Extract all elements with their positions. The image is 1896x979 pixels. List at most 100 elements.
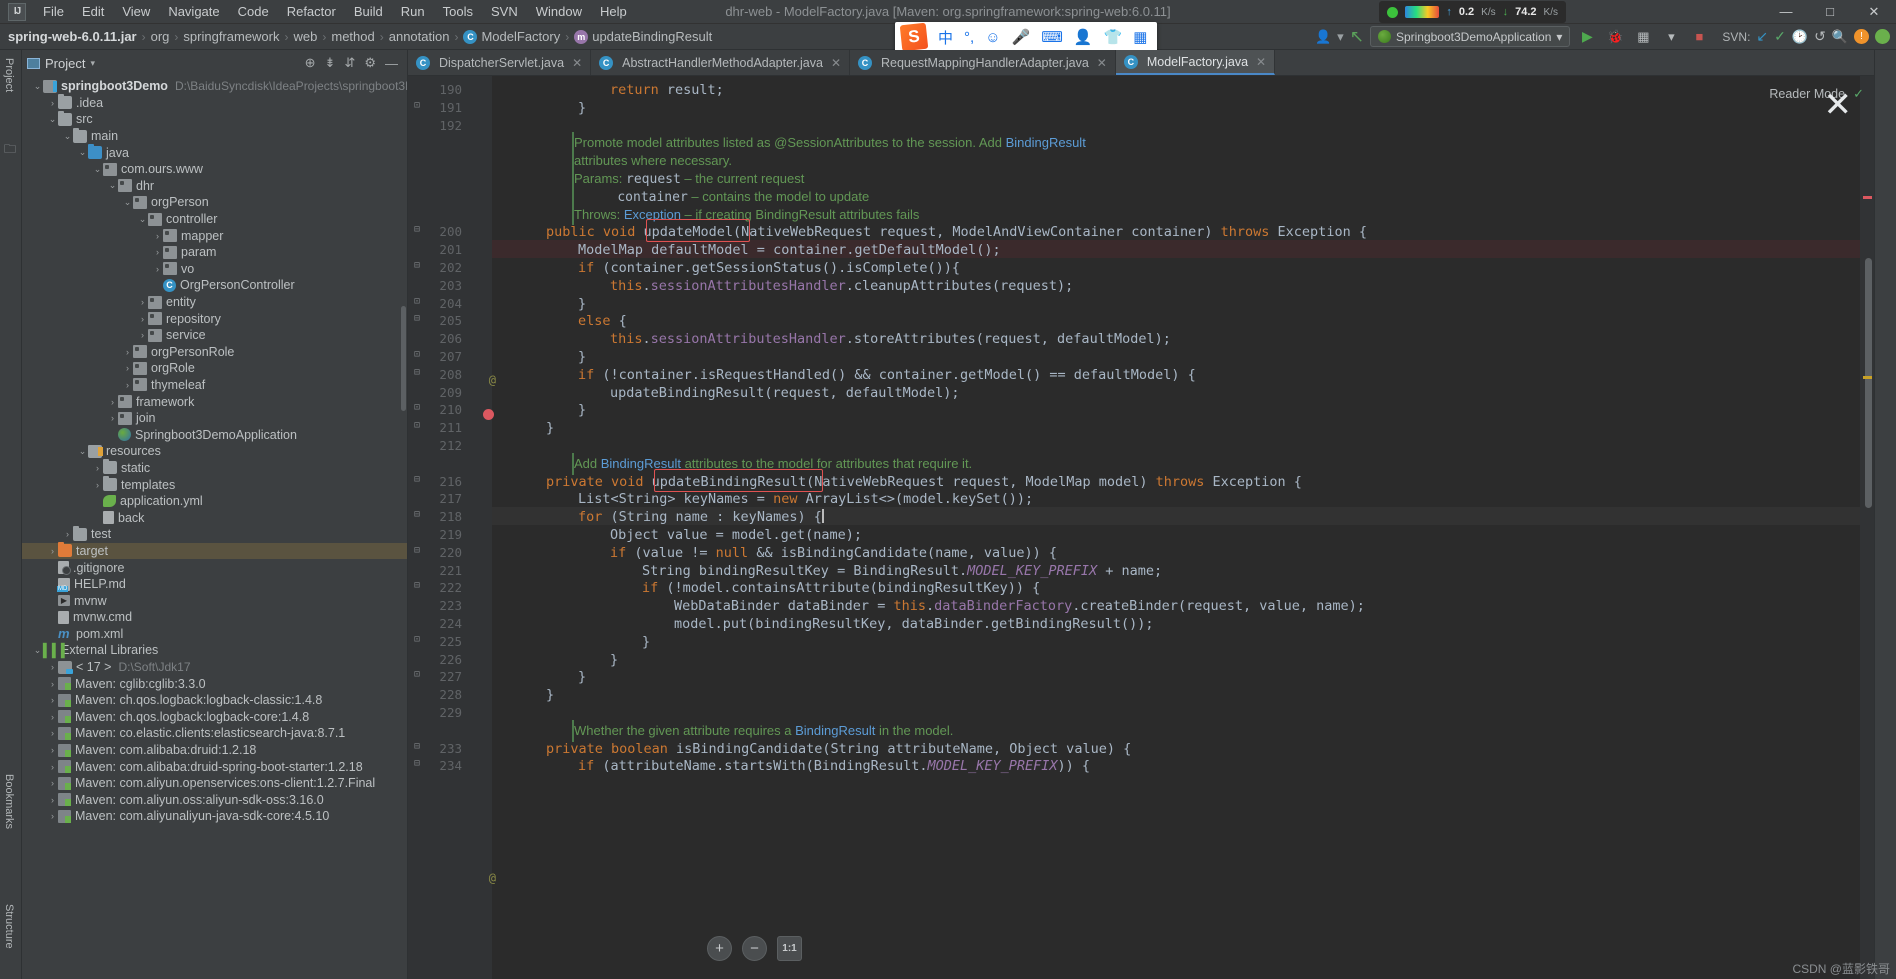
code-fold-toggle[interactable]: ⊟ <box>414 260 420 271</box>
breadcrumb-method[interactable]: method <box>331 29 374 44</box>
code-fold-toggle[interactable]: ⊡ <box>414 634 420 645</box>
chevron-down-icon[interactable]: ▾ <box>1337 29 1344 45</box>
chevron-right-icon[interactable]: › <box>47 762 58 772</box>
code-fold-toggle[interactable]: ⊡ <box>414 349 420 360</box>
error-marker[interactable] <box>1863 196 1872 199</box>
tree-item[interactable]: › Maven: cglib:cglib:3.3.0 <box>22 675 407 692</box>
menu-navigate[interactable]: Navigate <box>159 2 228 21</box>
tree-item[interactable]: › mapper <box>22 227 407 244</box>
sogou-ime-toolbar[interactable]: S 中 °, ☺ 🎤 ⌨ 👤 👕 ▦ <box>895 22 1158 52</box>
chevron-down-icon[interactable]: ⌄ <box>32 645 43 656</box>
tree-item[interactable]: ⌄ orgPerson <box>22 194 407 211</box>
code-line[interactable]: Object value = model.get(name); <box>610 527 862 543</box>
chevron-right-icon[interactable]: › <box>47 546 58 556</box>
tree-item[interactable]: ▶ mvnw <box>22 592 407 609</box>
voice-input-icon[interactable]: 🎤 <box>1012 28 1031 46</box>
chevron-right-icon[interactable]: › <box>47 728 58 738</box>
tree-item[interactable]: › entity <box>22 294 407 311</box>
tree-item[interactable]: › Maven: com.aliyun.openservices:ons-clie… <box>22 775 407 792</box>
marker-strip[interactable] <box>1860 76 1874 979</box>
tree-item[interactable]: ⌄ java <box>22 144 407 161</box>
tree-item[interactable]: › Maven: com.alibaba:druid-spring-boot-st… <box>22 758 407 775</box>
close-tab-icon[interactable]: ✕ <box>1256 55 1266 69</box>
warning-marker[interactable] <box>1863 376 1872 379</box>
tree-item[interactable]: › Maven: com.alibaba:druid:1.2.18 <box>22 742 407 759</box>
code-folding-column[interactable]: ⊡ ⊟ ⊟ ⊡ ⊟ ⊡ ⊟ ⊡ ⊡ ⊟ ⊟ ⊟ ⊟ ⊡ ⊡ ⊟ ⊟ <box>414 76 492 979</box>
code-fold-toggle[interactable]: ⊟ <box>414 741 420 752</box>
tree-item[interactable]: .gitignore <box>22 559 407 576</box>
chevron-down-icon[interactable]: ⌄ <box>92 164 103 175</box>
tree-item[interactable]: application.yml <box>22 493 407 510</box>
code-fold-toggle[interactable]: ⊟ <box>414 580 420 591</box>
expand-all-icon[interactable]: ⇟ <box>325 55 336 71</box>
tree-item[interactable]: › thymeleaf <box>22 377 407 394</box>
breadcrumb-class[interactable]: ModelFactory <box>481 29 560 44</box>
code-fold-toggle[interactable]: ⊡ <box>414 420 420 431</box>
maximize-button[interactable]: □ <box>1808 0 1852 24</box>
editor-tab[interactable]: C RequestMappingHandlerAdapter.java ✕ <box>850 50 1116 75</box>
editor-tab[interactable]: C AbstractHandlerMethodAdapter.java ✕ <box>591 50 850 75</box>
chevron-right-icon[interactable]: › <box>137 314 148 324</box>
code-line[interactable]: if (attributeName.startsWith(BindingResu… <box>578 758 1090 774</box>
chevron-right-icon[interactable]: › <box>47 98 58 108</box>
tree-item[interactable]: › Maven: ch.qos.logback:logback-core:1.4.… <box>22 709 407 726</box>
tree-item[interactable]: › Maven: com.aliyun.oss:aliyun-sdk-oss:3.… <box>22 792 407 809</box>
chevron-right-icon[interactable]: › <box>137 297 148 307</box>
tree-item[interactable]: › service <box>22 327 407 344</box>
zoom-in-button[interactable]: + <box>707 936 732 961</box>
code-fold-toggle[interactable]: ⊡ <box>414 402 420 413</box>
code-line[interactable]: } <box>610 652 618 668</box>
javadoc-line[interactable]: container – contains the model to update <box>574 189 869 205</box>
javadoc-line[interactable]: Params: request – the current request <box>574 171 804 187</box>
chevron-down-icon[interactable]: ▾ <box>90 58 95 69</box>
debug-button[interactable]: 🐞 <box>1604 26 1626 47</box>
chevron-right-icon[interactable]: › <box>152 264 163 274</box>
profile-button[interactable]: ▦ <box>1632 26 1654 47</box>
code-line[interactable]: } <box>578 669 586 685</box>
chevron-down-icon[interactable]: ⌄ <box>122 197 133 208</box>
project-tree[interactable]: ⌄ springboot3Demo D:\BaiduSyncdisk\IdeaPro… <box>22 76 407 979</box>
notification-icon[interactable]: ! <box>1854 29 1869 44</box>
tree-item[interactable]: Springboot3DemoApplication <box>22 426 407 443</box>
tree-item[interactable]: › Maven: ch.qos.logback:logback-classic:1… <box>22 692 407 709</box>
code-line[interactable]: if (!container.isRequestHandled() && con… <box>578 367 1196 383</box>
chevron-right-icon[interactable]: › <box>122 347 133 357</box>
menu-help[interactable]: Help <box>591 2 636 21</box>
editor-zoom-popup[interactable]: + − 1:1 <box>707 936 802 961</box>
editor-tab[interactable]: C DispatcherServlet.java ✕ <box>408 50 592 75</box>
code-fold-toggle[interactable]: ⊡ <box>414 669 420 680</box>
chevron-right-icon[interactable]: › <box>152 231 163 241</box>
chevron-right-icon[interactable]: › <box>47 662 58 672</box>
menu-file[interactable]: File <box>34 2 73 21</box>
code-line[interactable]: } <box>546 420 554 436</box>
code-line[interactable]: else { <box>578 313 627 329</box>
breadcrumb-jar[interactable]: spring-web-6.0.11.jar <box>8 29 137 44</box>
code-text[interactable]: return result;} Promote model attributes … <box>492 76 1860 979</box>
menu-view[interactable]: View <box>113 2 159 21</box>
tree-item[interactable]: › param <box>22 244 407 261</box>
chevron-right-icon[interactable]: › <box>47 811 58 821</box>
settings-icon[interactable]: ⚙ <box>364 55 376 71</box>
status-indicator-icon[interactable] <box>1875 29 1890 44</box>
chevron-right-icon[interactable]: › <box>92 463 103 473</box>
code-line[interactable]: List<String> keyNames = new ArrayList<>(… <box>578 491 1033 507</box>
account-icon[interactable]: 👤 <box>1315 29 1331 45</box>
javadoc-line[interactable]: Whether the given attribute requires a B… <box>574 723 953 738</box>
chevron-right-icon[interactable]: › <box>47 712 58 722</box>
tree-item[interactable]: › static <box>22 459 407 477</box>
editor-scrollbar[interactable] <box>1865 258 1872 508</box>
menu-run[interactable]: Run <box>392 2 434 21</box>
code-line[interactable]: this.sessionAttributesHandler.cleanupAtt… <box>610 278 1073 294</box>
tree-item[interactable]: › .idea <box>22 94 407 112</box>
tree-item[interactable]: › vo <box>22 261 407 278</box>
code-line[interactable]: } <box>546 687 554 703</box>
menu-tools[interactable]: Tools <box>434 2 482 21</box>
editor-tab[interactable]: C ModelFactory.java ✕ <box>1115 50 1276 75</box>
code-line[interactable]: String bindingResultKey = BindingResult.… <box>642 563 1162 579</box>
chevron-down-icon[interactable]: ⌄ <box>137 214 148 225</box>
run-configuration-selector[interactable]: Springboot3DemoApplication ▾ <box>1369 26 1571 47</box>
chevron-down-icon[interactable]: ⌄ <box>107 180 118 191</box>
code-fold-toggle[interactable]: ⊟ <box>414 367 420 378</box>
code-line[interactable]: WebDataBinder dataBinder = this.dataBind… <box>674 598 1365 614</box>
chevron-right-icon[interactable]: › <box>47 679 58 689</box>
